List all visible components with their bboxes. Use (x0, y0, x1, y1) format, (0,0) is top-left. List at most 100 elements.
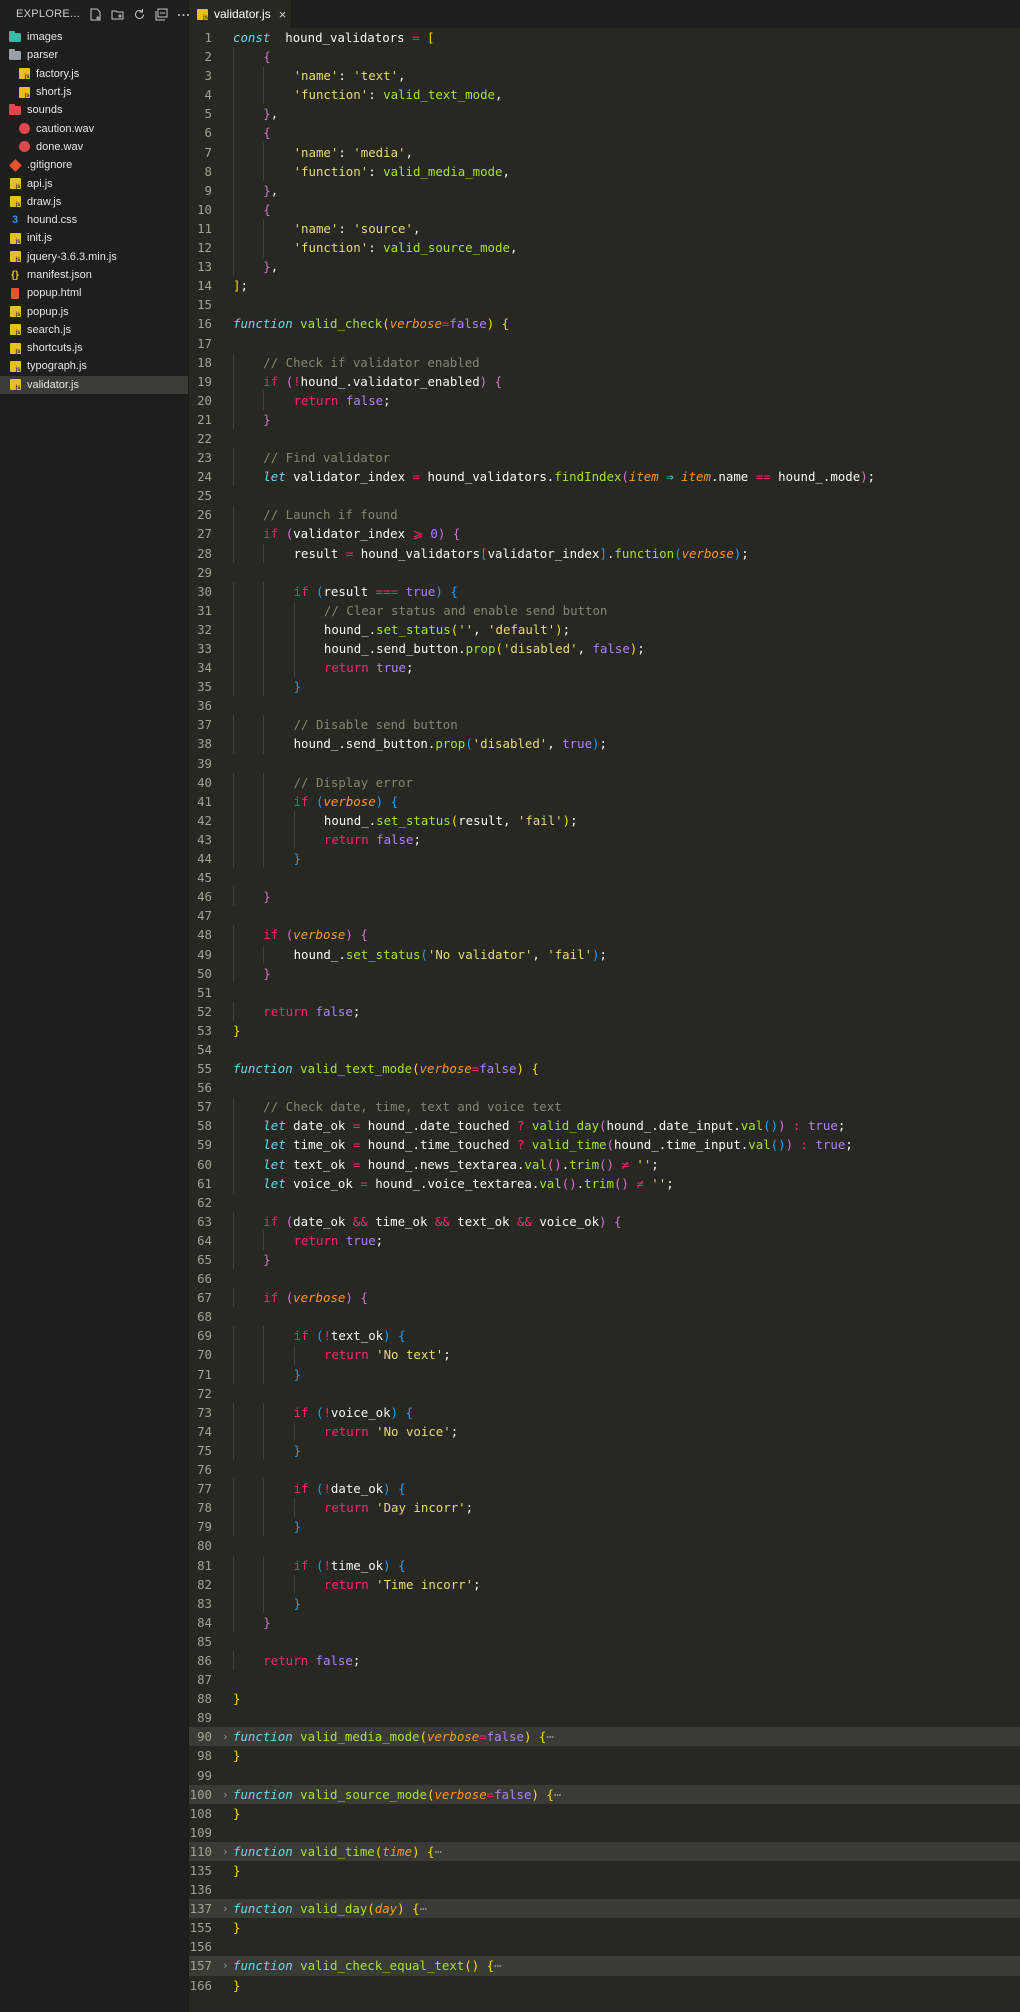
code-token: function (233, 1786, 293, 1802)
explorer-item[interactable]: draw.js (0, 193, 188, 211)
code-token: 'Time incorr' (376, 1576, 474, 1592)
explorer-item[interactable]: 3 hound.css (0, 211, 188, 229)
code-token: } (233, 1805, 241, 1821)
code-text: function valid_text_mode(verbose=false) … (233, 1059, 539, 1078)
code-line: 41 if (verbose) { (189, 791, 1020, 811)
code-token: { (398, 1481, 406, 1497)
explorer-item[interactable]: popup.js (0, 302, 188, 320)
code-token: item (681, 469, 711, 485)
code-text: let text_ok = hound_.news_textarea.val()… (263, 1155, 658, 1174)
code-token: function (233, 1958, 293, 1974)
fold-chevron-icon[interactable]: › (222, 1727, 229, 1746)
line-number: 20 (197, 392, 212, 408)
code-text: // Find validator (263, 448, 390, 467)
explorer-item-label: search.js (27, 323, 72, 336)
explorer-item[interactable]: parser (0, 46, 188, 64)
code-editor[interactable]: 1 const hound_validators = [2{3'name': 't… (189, 28, 1020, 2012)
line-number: 56 (197, 1080, 212, 1096)
code-text: // Disable send button (294, 715, 458, 734)
code-token: } (263, 965, 271, 981)
explorer-item[interactable]: factory.js (0, 65, 188, 83)
explorer-item[interactable]: sounds (0, 101, 188, 119)
new-folder-icon[interactable] (110, 7, 124, 21)
explorer-item[interactable]: search.js (0, 321, 188, 339)
code-token: { (452, 526, 461, 542)
tab-validator-js[interactable]: validator.js × (189, 0, 291, 28)
line-number: 28 (197, 545, 212, 561)
line-number: 30 (197, 583, 212, 599)
explorer-item[interactable]: shortcuts.js (0, 339, 188, 357)
explorer-item-label: popup.js (27, 305, 69, 318)
explorer-item[interactable]: init.js (0, 229, 188, 247)
code-token: ) (397, 1901, 405, 1917)
code-token: ) (435, 583, 443, 599)
code-token: () (464, 1958, 480, 1974)
indent-guide (263, 581, 265, 601)
fold-chevron-icon[interactable]: › (222, 1842, 229, 1861)
fold-chevron-icon[interactable]: › (222, 1956, 229, 1975)
line-number: 76 (197, 1462, 212, 1478)
line-number: 65 (197, 1252, 212, 1267)
explorer-item[interactable]: api.js (0, 174, 188, 192)
fold-chevron-icon[interactable]: › (222, 1785, 229, 1804)
code-token: [ (427, 30, 435, 45)
code-token: ⋯ (434, 1843, 442, 1859)
line-number: 80 (197, 1538, 212, 1554)
explorer-item[interactable]: .gitignore (0, 156, 188, 174)
code-token: = (360, 1175, 368, 1191)
indent-guide (233, 238, 234, 258)
indent-guide (263, 85, 265, 105)
explorer-item[interactable]: jquery-3.6.3.min.js (0, 248, 188, 266)
code-token: } (233, 1920, 241, 1936)
code-token: ] (599, 545, 607, 561)
explorer-item[interactable]: caution.wav (0, 119, 188, 137)
code-line: 10 { (189, 199, 1020, 219)
new-file-icon[interactable] (88, 7, 102, 21)
code-text: // Display error (294, 773, 413, 792)
code-text: hound_.set_status(result, 'fail'); (324, 811, 578, 830)
code-token: false (449, 316, 487, 332)
explorer-item[interactable]: images (0, 28, 188, 46)
code-token: true (376, 660, 406, 676)
code-line: 48 if (verbose) { (189, 925, 1020, 945)
indent-guide (233, 1555, 234, 1575)
code-token: date_ok (293, 1213, 353, 1229)
code-text: { (263, 200, 270, 219)
explorer-item[interactable]: short.js (0, 83, 188, 101)
close-icon[interactable]: × (279, 7, 287, 22)
fold-chevron-icon[interactable]: › (222, 1899, 229, 1918)
line-number: 5 (204, 106, 212, 122)
code-line: 50} (189, 963, 1020, 983)
code-line: 99 (189, 1766, 1020, 1785)
code-token: ⋯ (553, 1786, 562, 1802)
code-token: verbose (426, 1729, 480, 1745)
code-token: { (501, 316, 510, 332)
line-number: 36 (197, 698, 212, 714)
explorer-item[interactable]: done.wav (0, 138, 188, 156)
explorer-item[interactable]: {} manifest.json (0, 266, 188, 284)
explorer-item-label: shortcuts.js (27, 342, 83, 355)
code-token: } (263, 1252, 271, 1267)
code-line: 17 (189, 334, 1020, 353)
code-token: true (807, 1118, 838, 1134)
explorer-item[interactable]: popup.html (0, 284, 188, 302)
line-number: 18 (197, 354, 212, 370)
code-token: () (546, 1156, 562, 1172)
collapse-all-icon[interactable] (154, 7, 168, 21)
indent-guide (233, 85, 234, 105)
code-token: // Disable send button (293, 717, 458, 733)
explorer-item-label: jquery-3.6.3.min.js (27, 250, 117, 263)
explorer-item[interactable]: validator.js (0, 375, 188, 394)
code-token: valid_media_mode (300, 1729, 420, 1745)
code-token: 'name' (293, 68, 339, 84)
refresh-icon[interactable] (132, 7, 146, 21)
code-line: 28 result = hound_validators[validator_in… (189, 543, 1020, 563)
explorer-item[interactable]: typograph.js (0, 357, 188, 375)
code-token: { (263, 49, 271, 65)
line-number: 109 (189, 1824, 212, 1840)
